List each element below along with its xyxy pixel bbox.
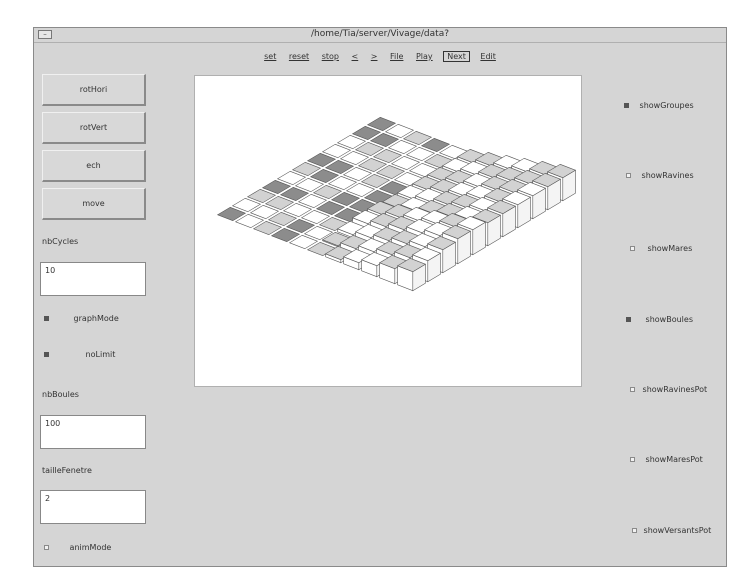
showravinespot-label: showRavinesPot	[642, 385, 708, 394]
nbboules-field[interactable]: 100	[40, 415, 146, 449]
showravines-label: showRavines	[641, 171, 694, 180]
checkbox-icon	[630, 387, 635, 392]
showmares-label: showMares	[647, 244, 693, 253]
nolimit-checkbox[interactable]: noLimit	[44, 350, 115, 359]
showversantspot-checkbox[interactable]: showVersantsPot	[632, 526, 711, 535]
rothori-button[interactable]: rotHori	[42, 74, 146, 106]
animmode-checkbox[interactable]: animMode	[44, 543, 111, 552]
checkbox-icon	[630, 457, 635, 462]
checkbox-icon	[44, 352, 49, 357]
graphmode-checkbox[interactable]: graphMode	[44, 314, 119, 323]
showboules-label: showBoules	[645, 315, 693, 324]
showversantspot-label: showVersantsPot	[643, 526, 712, 535]
checkbox-icon	[624, 103, 629, 108]
app-window: – /home/Tia/server/Vivage/data? set rese…	[33, 27, 727, 567]
edit-button[interactable]: Edit	[478, 52, 498, 61]
terrain-isometric-plot	[216, 116, 577, 292]
move-button[interactable]: move	[42, 188, 146, 220]
reset-button[interactable]: reset	[287, 52, 311, 61]
graphmode-label: graphMode	[73, 314, 119, 323]
stop-button[interactable]: stop	[320, 52, 341, 61]
nbcycles-label: nbCycles	[42, 237, 79, 246]
checkbox-icon	[626, 317, 631, 322]
showmarespot-label: showMaresPot	[645, 455, 703, 464]
play-button[interactable]: Play	[414, 52, 435, 61]
previous-button[interactable]: <	[350, 52, 361, 61]
checkbox-icon	[44, 316, 49, 321]
checkbox-icon	[626, 173, 631, 178]
next-button[interactable]: Next	[443, 51, 470, 62]
window-title: /home/Tia/server/Vivage/data?	[310, 29, 449, 39]
ech-button[interactable]: ech	[42, 150, 146, 182]
showravinespot-checkbox[interactable]: showRavinesPot	[630, 385, 707, 394]
title-bar: – /home/Tia/server/Vivage/data?	[34, 28, 726, 43]
showmares-checkbox[interactable]: showMares	[630, 244, 692, 253]
checkbox-icon	[632, 528, 637, 533]
rotvert-button[interactable]: rotVert	[42, 112, 146, 144]
nbboules-label: nbBoules	[42, 390, 79, 399]
showravines-checkbox[interactable]: showRavines	[626, 171, 694, 180]
terrain-3d-view[interactable]	[194, 75, 582, 387]
checkbox-icon	[44, 545, 49, 550]
file-button[interactable]: File	[388, 52, 405, 61]
toolbar: set reset stop < > File Play Next Edit	[34, 51, 726, 62]
set-button[interactable]: set	[262, 52, 278, 61]
taillefenetre-field[interactable]: 2	[40, 490, 146, 524]
showboules-checkbox[interactable]: showBoules	[626, 315, 693, 324]
nolimit-label: noLimit	[85, 350, 116, 359]
showgroupes-checkbox[interactable]: showGroupes	[624, 101, 694, 110]
showgroupes-label: showGroupes	[639, 101, 694, 110]
checkbox-icon	[630, 246, 635, 251]
animmode-label: animMode	[69, 543, 112, 552]
nbcycles-field[interactable]: 10	[40, 262, 146, 296]
taillefenetre-label: tailleFenetre	[42, 466, 92, 475]
showmarespot-checkbox[interactable]: showMaresPot	[630, 455, 703, 464]
next-step-button[interactable]: >	[369, 52, 380, 61]
